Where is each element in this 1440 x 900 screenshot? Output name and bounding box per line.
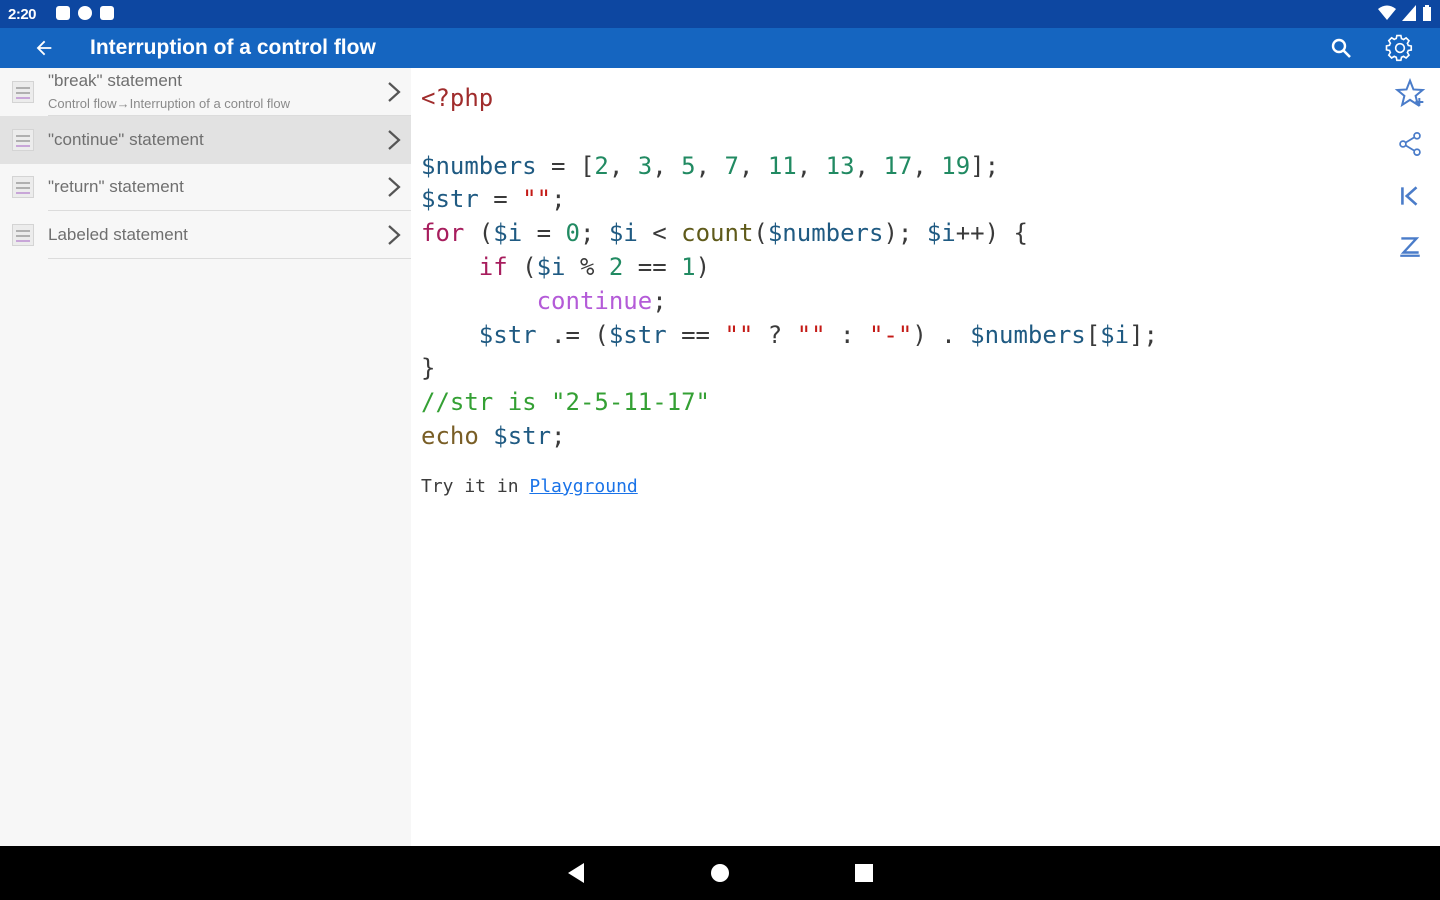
code-file-icon <box>12 176 34 198</box>
back-nav-icon <box>568 863 584 883</box>
divider <box>48 258 411 259</box>
code-line: //str is "2-5-11-17" <box>421 388 710 417</box>
back-button[interactable] <box>28 32 60 64</box>
sidebar: "break" statement Control flow→Interrupt… <box>0 68 411 846</box>
sidebar-item-label: "return" statement <box>48 177 184 196</box>
code-block: <?php $numbers = [2, 3, 5, 7, 11, 13, 17… <box>421 82 1158 454</box>
page-title: Interruption of a control flow <box>90 36 376 59</box>
share-icon <box>1399 132 1421 156</box>
right-action-rail <box>1380 68 1440 846</box>
code-line: $numbers = [2, 3, 5, 7, 11, 13, 17, 19]; <box>421 151 1000 180</box>
star-add-icon <box>1394 78 1426 108</box>
notification-icon <box>56 6 70 20</box>
chevron-right-icon <box>388 130 401 150</box>
status-time: 2:20 <box>8 6 37 23</box>
sd-card-icon <box>100 6 114 20</box>
code-line: echo $str; <box>421 421 566 450</box>
code-line: if ($i % 2 == 1) <box>478 252 711 281</box>
sidebar-item-continue[interactable]: "continue" statement <box>0 116 411 164</box>
last-page-icon <box>1400 237 1420 257</box>
battery-icon <box>1423 5 1431 21</box>
code-file-icon <box>12 81 34 103</box>
code-line: for ($i = 0; $i < count($numbers); $i++)… <box>421 219 1028 248</box>
content-pane: <?php $numbers = [2, 3, 5, 7, 11, 13, 17… <box>411 68 1380 846</box>
back-nav-button[interactable] <box>563 860 589 886</box>
sidebar-item-return[interactable]: "return" statement <box>0 164 411 211</box>
sidebar-item-labeled[interactable]: Labeled statement <box>0 211 411 259</box>
p-icon <box>78 6 92 20</box>
wifi-icon <box>1378 5 1396 20</box>
code-line: <?php <box>421 84 494 112</box>
chevron-right-icon <box>388 82 401 102</box>
settings-button[interactable] <box>1383 31 1417 65</box>
home-nav-button[interactable] <box>707 860 733 886</box>
last-page-button[interactable] <box>1392 228 1428 264</box>
try-it-prefix: Try it in <box>421 476 530 497</box>
status-bar: 2:20 <box>0 0 1440 28</box>
code-file-icon <box>12 224 34 246</box>
search-icon <box>1331 38 1351 58</box>
playground-link[interactable]: Playground <box>529 476 637 497</box>
app-bar: Interruption of a control flow <box>0 28 1440 68</box>
code-file-icon <box>12 129 34 151</box>
try-it-text: Try it in Playground <box>421 476 638 497</box>
system-nav-bar <box>0 846 1440 900</box>
first-page-button[interactable] <box>1392 178 1428 214</box>
code-line: continue; <box>536 286 667 315</box>
recents-nav-button[interactable] <box>851 860 877 886</box>
search-button[interactable] <box>1325 32 1357 64</box>
sidebar-item-break[interactable]: "break" statement Control flow→Interrupt… <box>0 68 411 116</box>
recents-nav-icon <box>855 864 873 882</box>
first-page-icon <box>1401 186 1418 206</box>
sidebar-item-label: "break" statement <box>48 71 182 90</box>
sidebar-item-sublabel: Control flow→Interruption of a control f… <box>48 96 291 111</box>
signal-icon <box>1402 5 1416 21</box>
chevron-right-icon <box>388 225 401 245</box>
sidebar-item-label: Labeled statement <box>48 225 188 244</box>
chevron-right-icon <box>388 177 401 197</box>
code-line: $str .= ($str == "" ? "" : "-") . $numbe… <box>478 320 1158 349</box>
sidebar-item-label: "continue" statement <box>48 130 204 149</box>
favorite-button[interactable] <box>1392 76 1428 112</box>
code-line: } <box>421 354 436 383</box>
share-button[interactable] <box>1392 126 1428 162</box>
gear-icon <box>1385 34 1413 62</box>
arrow-left-icon <box>36 40 52 56</box>
code-line: $str = ""; <box>421 185 566 214</box>
home-nav-icon <box>711 864 729 882</box>
